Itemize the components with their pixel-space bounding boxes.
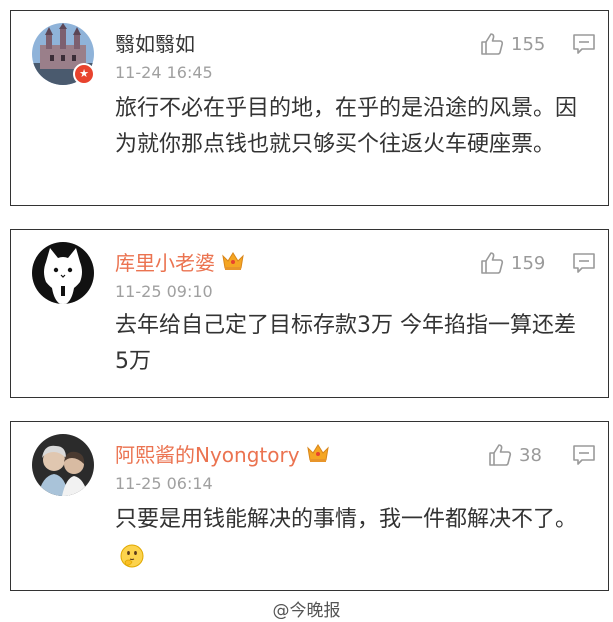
cat-avatar-image <box>32 242 94 304</box>
star-badge-icon: ★ <box>73 63 95 85</box>
comment-card: 库里小老婆 11-25 09:10 159 去年给自己定了目标存款3万 今年掐指… <box>10 229 609 398</box>
timestamp: 11-25 06:14 <box>115 474 213 493</box>
thumbs-up-icon <box>481 252 504 274</box>
like-button[interactable]: 155 <box>479 31 545 57</box>
username[interactable]: 阿熙酱的Nyongtory <box>115 439 300 468</box>
like-count: 159 <box>511 252 546 274</box>
avatar[interactable] <box>32 434 94 496</box>
like-count: 155 <box>511 33 546 55</box>
like-button[interactable]: 159 <box>479 250 545 276</box>
reply-button[interactable] <box>572 444 596 466</box>
crown-badge-icon <box>306 442 330 464</box>
comment-text: 只要是用钱能解决的事情，我一件都解决不了。 <box>115 502 585 574</box>
comment-card: ★ 翳如翳如 11-24 16:45 155 旅行不必在乎目的地，在乎的是沿途的… <box>10 10 609 206</box>
thumbs-up-icon <box>481 33 504 55</box>
photo-avatar-image <box>32 434 94 496</box>
timestamp: 11-25 09:10 <box>115 282 213 301</box>
username[interactable]: 翳如翳如 <box>115 28 195 57</box>
timestamp: 11-24 16:45 <box>115 63 213 82</box>
like-button[interactable]: 38 <box>487 442 542 468</box>
comment-bubble-icon <box>573 34 595 54</box>
comment-card: 阿熙酱的Nyongtory 11-25 06:14 38 只要是用钱能解决的事情… <box>10 421 609 591</box>
thinking-face-icon <box>119 543 145 569</box>
comment-text: 旅行不必在乎目的地，在乎的是沿途的风景。因为就你那点钱也就只够买个往返火车硬座票… <box>115 96 578 157</box>
reply-button[interactable] <box>572 252 596 274</box>
like-count: 38 <box>519 444 542 466</box>
crown-badge-icon <box>221 250 245 272</box>
reply-button[interactable] <box>572 33 596 55</box>
avatar[interactable] <box>32 242 94 304</box>
comment-bubble-icon <box>573 253 595 273</box>
comment-text-body: 只要是用钱能解决的事情，我一件都解决不了。 <box>115 507 578 532</box>
watermark: @今晚报 <box>272 601 341 621</box>
comment-bubble-icon <box>573 445 595 465</box>
comment-text: 去年给自己定了目标存款3万 今年掐指一算还差5万 <box>115 313 576 374</box>
username[interactable]: 库里小老婆 <box>115 247 215 276</box>
thumbs-up-icon <box>489 444 512 466</box>
